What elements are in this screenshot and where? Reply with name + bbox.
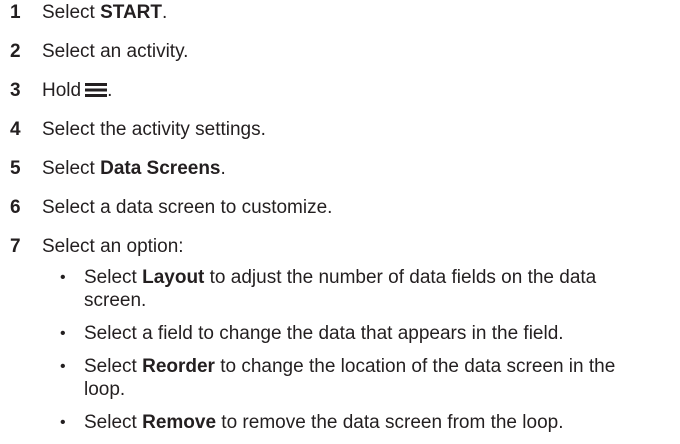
step-4: 4 Select the activity settings. — [0, 110, 680, 149]
bullet: • — [60, 358, 66, 375]
bullet: • — [60, 414, 66, 431]
list-item: • Select Layout to adjust the number of … — [60, 267, 597, 311]
step-text: Select an activity. — [42, 41, 189, 62]
step-7: 7 Select an option: — [0, 227, 680, 266]
step-number: 5 — [10, 158, 21, 179]
step-text: Select the activity settings. — [42, 119, 266, 140]
step-3: 3 Hold. — [0, 71, 680, 110]
instructions: 1 Select START. 2 Select an activity. 3 … — [0, 0, 680, 444]
step-number: 2 — [10, 41, 21, 62]
option-list: • Select Layout to adjust the number of … — [0, 266, 680, 434]
step-1: 1 Select START. — [0, 0, 680, 32]
list-item: • Select Reorder to change the location … — [60, 356, 616, 400]
step-text: Select START. — [42, 2, 168, 23]
step-text: Select Data Screens. — [42, 158, 226, 179]
step-2: 2 Select an activity. — [0, 32, 680, 71]
step-text: Select an option: — [42, 236, 184, 257]
step-text: Hold. — [42, 71, 112, 110]
menu-icon — [85, 73, 108, 97]
step-5: 5 Select Data Screens. — [0, 149, 680, 188]
bullet: • — [60, 325, 66, 342]
step-number: 3 — [10, 80, 21, 101]
list-item: • Select Remove to remove the data scree… — [60, 412, 564, 433]
list-item: • Select a field to change the data that… — [60, 323, 564, 344]
step-number: 7 — [10, 236, 21, 257]
step-number: 4 — [10, 119, 21, 140]
step-number: 1 — [10, 2, 21, 23]
step-6: 6 Select a data screen to customize. — [0, 188, 680, 227]
step-number: 6 — [10, 197, 21, 218]
step-text: Select a data screen to customize. — [42, 197, 333, 218]
bullet: • — [60, 269, 66, 286]
